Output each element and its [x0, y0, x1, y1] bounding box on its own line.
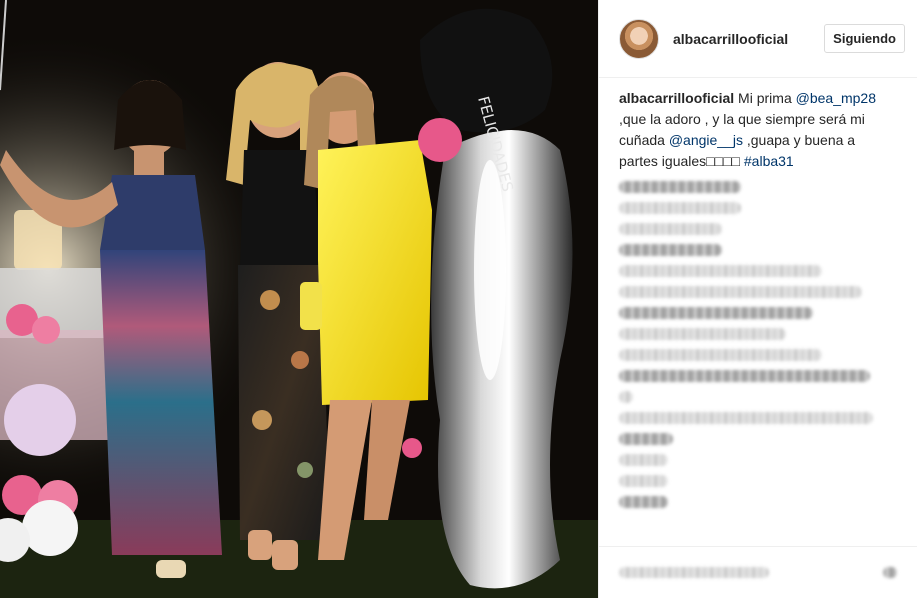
blurred-comment-text [619, 201, 741, 214]
post-caption: albacarrillooficial Mi prima @bea_mp28 ,… [599, 78, 917, 172]
comment-row [619, 323, 897, 344]
blurred-comment-text [619, 306, 813, 319]
comment-row [619, 386, 897, 407]
comment-row [619, 239, 897, 260]
post-photo[interactable]: FELICIDADES [0, 0, 598, 598]
caption-text-1: Mi prima [734, 90, 796, 106]
blurred-comment-text [619, 180, 741, 193]
comment-row [619, 491, 897, 512]
comment-row [619, 281, 897, 302]
blurred-comment-text [619, 264, 822, 277]
blurred-footer-text [619, 567, 769, 578]
blurred-comment-text [619, 327, 786, 340]
post-side-panel: albacarrillooficial Siguiendo albacarril… [598, 0, 917, 598]
blurred-comment-text [619, 495, 668, 508]
following-button[interactable]: Siguiendo [824, 24, 905, 53]
blurred-comment-text [619, 348, 822, 361]
comment-row [619, 302, 897, 323]
comment-row [619, 449, 897, 470]
comment-row [619, 470, 897, 491]
blurred-comment-text [619, 390, 633, 403]
comment-row [619, 218, 897, 239]
blurred-comment-text [619, 285, 862, 298]
comment-row [619, 176, 897, 197]
header-username[interactable]: albacarrillooficial [673, 31, 824, 47]
hashtag-link[interactable]: #alba31 [744, 153, 794, 169]
mention-link[interactable]: @angie__js [669, 132, 743, 148]
blurred-comment-text [619, 222, 722, 235]
comment-row [619, 407, 897, 428]
caption-username[interactable]: albacarrillooficial [619, 90, 734, 106]
comment-row [619, 260, 897, 281]
avatar[interactable] [619, 18, 659, 59]
instagram-post-view: FELICIDADES albacarrillooficial Siguiend… [0, 0, 917, 598]
blurred-comment-text [619, 474, 668, 487]
blurred-comment-text [619, 411, 873, 424]
blurred-comment-text [619, 453, 668, 466]
comment-row [619, 428, 897, 449]
comment-list [599, 172, 917, 512]
post-header: albacarrillooficial Siguiendo [599, 0, 917, 78]
blurred-comment-text [619, 369, 870, 382]
photo-illustration: FELICIDADES [0, 0, 598, 598]
blurred-comment-text [619, 243, 722, 256]
comment-row [619, 344, 897, 365]
more-options-icon[interactable] [883, 567, 897, 578]
blurred-comment-text [619, 432, 673, 445]
mention-link[interactable]: @bea_mp28 [796, 90, 876, 106]
post-footer [599, 546, 917, 598]
comment-row [619, 197, 897, 218]
comment-row [619, 365, 897, 386]
